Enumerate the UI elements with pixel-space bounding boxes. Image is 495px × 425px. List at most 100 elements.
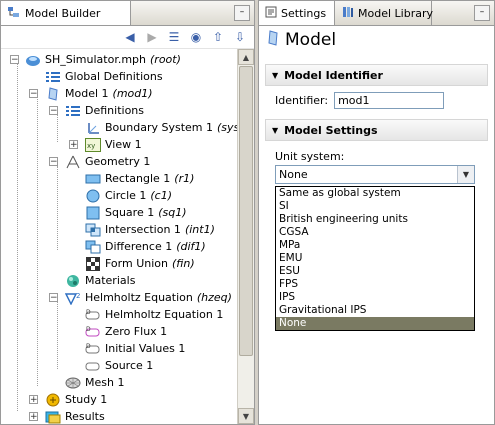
tree-item-helmholtz-equation-1[interactable]: D Helmholtz Equation 1 (85, 306, 223, 323)
form-union-icon (85, 256, 101, 272)
expand-toggle[interactable]: + (29, 395, 38, 405)
tree-item-zero-flux[interactable]: D Zero Flux 1 (85, 323, 167, 340)
unit-system-option[interactable]: None (276, 317, 474, 330)
scroll-thumb[interactable] (239, 66, 253, 356)
tree-item-model1[interactable]: − Model 1 (mod1) (5, 85, 153, 102)
collapse-toggle[interactable]: − (10, 55, 19, 65)
settings-icon (265, 6, 277, 21)
tree-item-results[interactable]: + Results (5, 408, 105, 425)
tree-item-geometry1[interactable]: − Geometry 1 (5, 153, 150, 170)
file-icon (25, 52, 41, 68)
tree-item-circle1[interactable]: Circle 1 (c1) (85, 187, 172, 204)
scroll-down-button[interactable]: ▼ (238, 408, 254, 424)
unit-system-option[interactable]: CGSA (276, 226, 474, 239)
mesh-icon (65, 375, 81, 391)
unit-system-option[interactable]: MPa (276, 239, 474, 252)
tab-model-library[interactable]: Model Library (336, 1, 433, 25)
domain-feature-icon: D (85, 341, 101, 357)
tree-item-definitions[interactable]: − Definitions (5, 102, 144, 119)
unit-system-option[interactable]: IPS (276, 291, 474, 304)
tree-item-difference1[interactable]: Difference 1 (dif1) (85, 238, 206, 255)
tree-item-initial-values[interactable]: D Initial Values 1 (85, 340, 185, 357)
unit-system-option[interactable]: Gravitational IPS (276, 304, 474, 317)
tab-settings[interactable]: Settings (259, 1, 335, 25)
svg-text:D: D (86, 309, 91, 316)
show-list-icon[interactable]: ☰ (166, 29, 182, 45)
square-icon (85, 205, 101, 221)
tree-item-rectangle1[interactable]: Rectangle 1 (r1) (85, 170, 194, 187)
tree-item-mesh1[interactable]: Mesh 1 (65, 374, 124, 391)
tree-item-study1[interactable]: + Study 1 (5, 391, 107, 408)
definitions-list-icon (45, 69, 61, 85)
results-icon (45, 409, 61, 425)
tree-item-source1[interactable]: Source 1 (85, 357, 153, 374)
svg-text:xy: xy (87, 142, 95, 150)
forward-arrow-icon[interactable]: ▶ (144, 29, 160, 45)
collapse-triangle-icon: ▼ (272, 125, 279, 135)
tree-item-root[interactable]: − SH_Simulator.mph (root) (5, 51, 181, 68)
section-model-identifier[interactable]: ▼ Model Identifier (265, 64, 488, 86)
tree-item-intersection1[interactable]: Intersection 1 (int1) (85, 221, 215, 238)
expand-toggle[interactable]: + (29, 412, 38, 422)
domain-feature-icon: D (85, 307, 101, 323)
collapse-toggle[interactable]: − (49, 293, 58, 303)
materials-icon (65, 273, 81, 289)
tab-model-builder-label: Model Builder (25, 6, 101, 20)
expand-icon[interactable]: ⇧ (210, 29, 226, 45)
tree-item-form-union[interactable]: Form Union (fin) (85, 255, 195, 272)
identifier-input[interactable] (334, 92, 445, 109)
unit-system-option[interactable]: EMU (276, 252, 474, 265)
identifier-row: Identifier: (275, 92, 494, 109)
unit-system-option[interactable]: SI (276, 200, 474, 213)
difference-icon (85, 239, 101, 255)
study-icon (45, 392, 61, 408)
geometry-icon (65, 154, 81, 170)
unit-system-combobox[interactable]: None ▼ (275, 165, 475, 184)
unit-system-option[interactable]: FPS (276, 278, 474, 291)
model-builder-icon (7, 5, 21, 22)
settings-title: Model (259, 26, 494, 54)
tree-item-helmholtz-equation[interactable]: − 2 Helmholtz Equation (hzeq) (5, 289, 232, 306)
rectangle-icon (85, 171, 101, 187)
svg-text:D: D (86, 326, 91, 333)
tab-model-builder[interactable]: Model Builder (1, 1, 131, 25)
unit-system-option[interactable]: Same as global system (276, 187, 474, 200)
svg-text:2: 2 (76, 292, 80, 300)
model-builder-pane: Model Builder – ◀ ▶ ☰ ◉ ⇧ ⇩ − SH_Simulat… (0, 0, 255, 425)
tree-item-boundary-system[interactable]: Boundary System 1(sys1) (85, 119, 237, 136)
model-tree: − SH_Simulator.mph (root) Global Definiti… (1, 49, 237, 425)
unit-system-dropdown-list: Same as global system SI British engineeri… (275, 186, 475, 331)
unit-system-option[interactable]: ESU (276, 265, 474, 278)
tree-item-square1[interactable]: Square 1 (sq1) (85, 204, 187, 221)
tree-vertical-scrollbar[interactable]: ▲ ▼ (237, 49, 254, 424)
collapse-icon[interactable]: ⇩ (232, 29, 248, 45)
collapse-toggle[interactable]: − (49, 106, 58, 116)
intersection-icon (85, 222, 101, 238)
identifier-label: Identifier: (275, 94, 329, 107)
collapse-toggle[interactable]: − (29, 89, 38, 99)
scroll-up-button[interactable]: ▲ (238, 49, 254, 65)
model-builder-tabbar: Model Builder – (1, 1, 254, 26)
svg-text:D: D (86, 343, 91, 350)
settings-pane: Settings Model Library – Model ▼ Model I… (258, 0, 495, 425)
boundary-feature-icon: D (85, 324, 101, 340)
view-icon: xy (85, 137, 101, 153)
minimize-button[interactable]: – (234, 5, 250, 21)
definitions-list-icon (65, 103, 81, 119)
collapse-toggle[interactable]: − (49, 157, 58, 167)
expand-toggle[interactable]: + (69, 140, 78, 150)
model-icon (267, 29, 279, 51)
back-arrow-icon[interactable]: ◀ (122, 29, 138, 45)
chevron-down-icon[interactable]: ▼ (457, 166, 474, 183)
tree-item-materials[interactable]: Materials (65, 272, 135, 289)
coordinate-system-icon (85, 120, 101, 136)
unit-system-option[interactable]: British engineering units (276, 213, 474, 226)
model-builder-toolbar: ◀ ▶ ☰ ◉ ⇧ ⇩ (1, 26, 254, 49)
tree-item-view1[interactable]: + xy View 1 (5, 136, 142, 153)
minimize-button[interactable]: – (474, 5, 490, 21)
model-library-icon (342, 6, 354, 21)
tree-item-global-definitions[interactable]: Global Definitions (45, 68, 163, 85)
show-node-icon[interactable]: ◉ (188, 29, 204, 45)
section-model-settings[interactable]: ▼ Model Settings (265, 119, 488, 141)
physics-nabla-icon: 2 (65, 290, 81, 306)
